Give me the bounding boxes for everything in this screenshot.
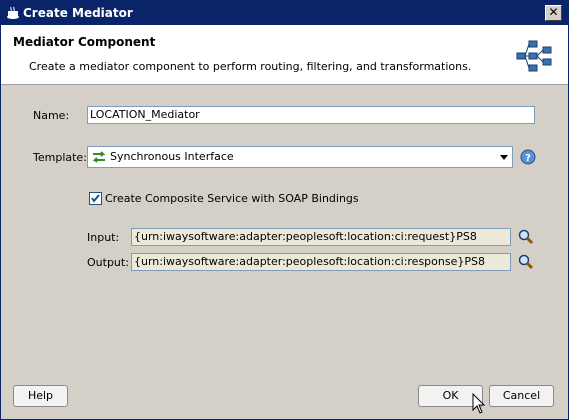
magnifier-icon[interactable] [517, 253, 535, 271]
header-title: Mediator Component [13, 35, 156, 49]
composite-checkbox-label: Create Composite Service with SOAP Bindi… [105, 192, 359, 205]
output-field[interactable]: {urn:iwaysoftware:adapter:peoplesoft:loc… [131, 253, 511, 271]
header-panel: Mediator Component Create a mediator com… [1, 25, 568, 85]
question-mark-icon[interactable]: ? [519, 148, 537, 166]
input-field[interactable]: {urn:iwaysoftware:adapter:peoplesoft:loc… [131, 228, 511, 246]
magnifier-icon[interactable] [517, 228, 535, 246]
checkmark-icon [91, 194, 100, 203]
create-mediator-dialog: Create Mediator ✕ Mediator Component Cre… [0, 0, 569, 420]
form-body: Name: LOCATION_Mediator Template: Synchr… [1, 85, 568, 381]
help-button[interactable]: Help [13, 385, 68, 407]
template-value: Synchronous Interface [110, 150, 234, 163]
mouse-cursor-icon [472, 393, 486, 414]
name-label: Name: [33, 109, 70, 122]
cancel-button[interactable]: Cancel [489, 385, 554, 407]
close-icon: ✕ [548, 5, 559, 19]
chevron-down-icon[interactable] [498, 150, 510, 164]
coffee-cup-icon [7, 6, 19, 19]
name-input[interactable]: LOCATION_Mediator [87, 106, 535, 124]
template-select[interactable]: Synchronous Interface [87, 146, 513, 168]
title-bar[interactable]: Create Mediator ✕ [1, 1, 568, 25]
close-button[interactable]: ✕ [545, 5, 562, 21]
window-title: Create Mediator [23, 6, 133, 20]
mediator-network-icon [516, 40, 552, 72]
svg-text:?: ? [525, 153, 531, 164]
sync-arrows-icon [92, 151, 106, 163]
output-label: Output: [87, 256, 129, 269]
button-bar: Help OK Cancel [1, 381, 568, 419]
input-label: Input: [87, 231, 120, 244]
composite-checkbox[interactable] [89, 192, 102, 205]
template-label: Template: [33, 151, 87, 164]
header-description: Create a mediator component to perform r… [29, 60, 472, 73]
